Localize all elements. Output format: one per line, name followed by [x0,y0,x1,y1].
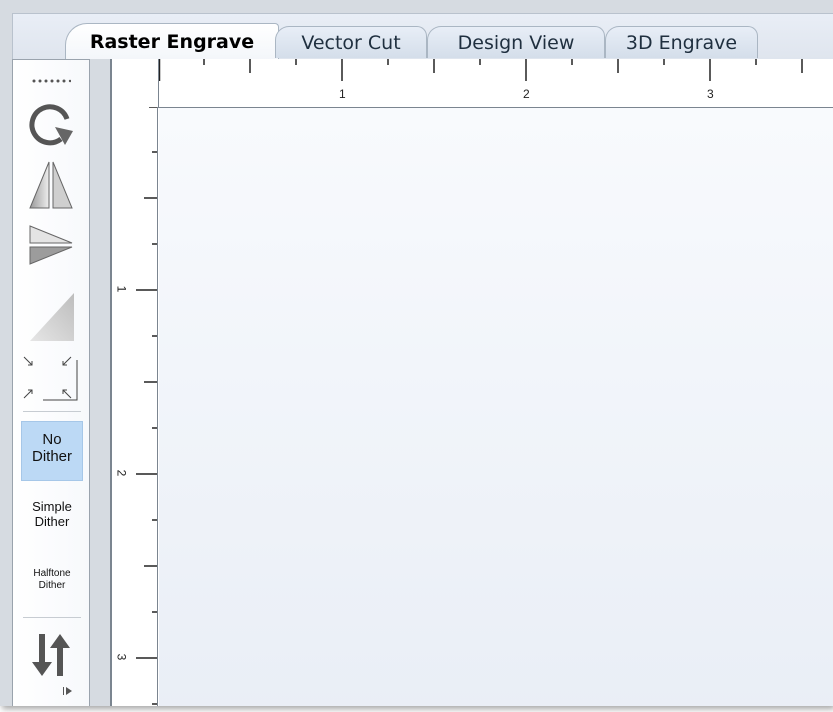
ruler-corner [112,59,158,107]
resize-corners-icon[interactable] [19,352,83,406]
rotate-icon[interactable] [19,96,83,150]
top-ruler-label-3: 3 [707,87,714,101]
left-toolbar: No Dither Simple Dither Halftone Dither [12,59,90,706]
left-ruler-label-2: 2 [114,469,129,477]
panel-splitter[interactable] [90,59,110,706]
tab-vector-cut[interactable]: Vector Cut [275,26,427,58]
tab-label: 3D Engrave [625,31,738,54]
no-dither-line1: No [42,431,62,448]
invert-icon[interactable] [19,286,83,346]
mirror-vertical-icon[interactable] [19,218,83,272]
expand-arrow-icon[interactable] [53,684,83,698]
tab-label: Raster Engrave [89,31,255,53]
toolbar-separator [23,617,81,618]
top-ruler-label-1: 1 [339,87,346,101]
mirror-horizontal-icon[interactable] [19,158,83,212]
no-dither-line2: Dither [31,448,72,466]
workspace-area[interactable] [159,108,833,706]
halftone-dither-button[interactable]: Halftone Dither [21,568,83,602]
top-ruler: 1 2 3 [158,59,833,107]
sort-arrows-icon[interactable] [19,630,83,680]
toolbar-separator [23,411,81,412]
halftone-dither-line1: Halftone [33,568,71,579]
simple-dither-line1: Simple [32,499,72,514]
top-ruler-label-2: 2 [523,87,530,101]
left-ruler: 1 2 3 [112,107,158,706]
grip-dots-icon[interactable] [19,74,83,88]
simple-dither-line2: Dither [34,513,70,529]
tab-bar: Raster Engrave Vector Cut Design View 3D… [12,13,833,60]
no-dither-button[interactable]: No Dither [21,421,83,481]
design-canvas: 1 2 3 1 2 3 [110,59,833,706]
halftone-dither-line2: Dither [38,579,66,591]
left-ruler-label-3: 3 [114,653,129,661]
left-ruler-border [157,107,158,706]
tab-label: Design View [457,31,575,54]
app-window: Raster Engrave Vector Cut Design View 3D… [0,0,833,706]
simple-dither-button[interactable]: Simple Dither [21,499,83,540]
tab-design-view[interactable]: Design View [427,26,605,58]
tab-3d-engrave[interactable]: 3D Engrave [605,26,758,58]
tab-label: Vector Cut [301,31,401,54]
tab-raster-engrave[interactable]: Raster Engrave [65,23,279,60]
left-ruler-label-1: 1 [114,285,129,293]
